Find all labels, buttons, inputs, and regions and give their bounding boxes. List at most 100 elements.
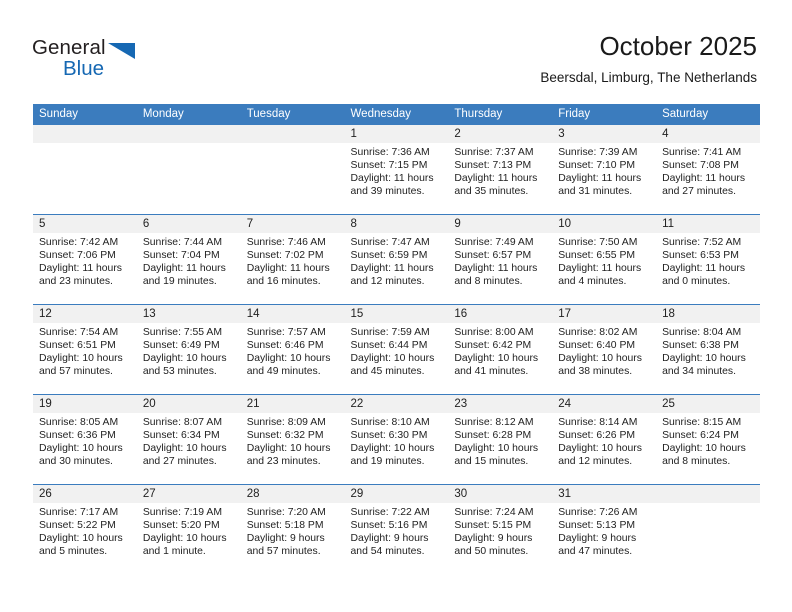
day-detail-daylight-1: Daylight: 10 hours [454, 353, 539, 365]
day-detail-sunrise: Sunrise: 7:39 AM [558, 147, 638, 158]
calendar-day-cell[interactable]: 21 Sunrise: 8:09 AM Sunset: 6:32 PM Dayligh… [240, 394, 345, 485]
day-cell-inner: 21 Sunrise: 8:09 AM Sunset: 6:32 PM Dayligh… [240, 395, 345, 484]
calendar-day-cell[interactable]: 18 Sunrise: 8:04 AM Sunset: 6:38 PM Dayligh… [656, 304, 760, 395]
calendar-day-cell[interactable]: 1 Sunrise: 7:36 AM Sunset: 7:15 PM Daylight… [344, 125, 449, 215]
day-details: Sunrise: 7:37 AM Sunset: 7:13 PM Daylight:… [448, 143, 552, 198]
day-number: 19 [33, 395, 137, 413]
calendar-day-cell[interactable]: 9 Sunrise: 7:49 AM Sunset: 6:57 PM Daylight… [448, 214, 553, 305]
day-details: Sunrise: 7:46 AM Sunset: 7:02 PM Daylight:… [241, 233, 345, 288]
day-cell-inner: 4 Sunrise: 7:41 AM Sunset: 7:08 PM Daylight… [656, 125, 760, 214]
calendar-day-cell[interactable]: 25 Sunrise: 8:15 AM Sunset: 6:24 PM Dayligh… [656, 394, 760, 485]
weekday-header-thursday: Thursday [448, 104, 553, 125]
day-detail-sunrise: Sunrise: 7:20 AM [246, 507, 326, 518]
day-detail-daylight-1: Daylight: 11 hours [662, 173, 746, 185]
calendar-body: 1 Sunrise: 7:36 AM Sunset: 7:15 PM Daylight… [33, 125, 760, 574]
day-details: Sunrise: 8:04 AM Sunset: 6:38 PM Daylight:… [656, 323, 760, 378]
day-cell-inner: 30 Sunrise: 7:24 AM Sunset: 5:15 PM Dayligh… [448, 485, 553, 574]
day-number: 12 [33, 305, 137, 323]
page-subtitle: Beersdal, Limburg, The Netherlands [540, 70, 757, 85]
calendar-day-cell[interactable]: 22 Sunrise: 8:10 AM Sunset: 6:30 PM Dayligh… [344, 394, 449, 485]
calendar-day-cell[interactable]: 19 Sunrise: 8:05 AM Sunset: 6:36 PM Dayligh… [33, 394, 137, 485]
day-detail-daylight-2: and 8 minutes. [662, 456, 731, 468]
calendar-day-cell[interactable]: 30 Sunrise: 7:24 AM Sunset: 5:15 PM Dayligh… [448, 484, 553, 574]
day-details: Sunrise: 8:02 AM Sunset: 6:40 PM Daylight:… [552, 323, 656, 378]
calendar-day-cell[interactable]: 27 Sunrise: 7:19 AM Sunset: 5:20 PM Dayligh… [136, 484, 241, 574]
day-number: 17 [552, 305, 657, 323]
day-details: Sunrise: 8:05 AM Sunset: 6:36 PM Daylight:… [33, 413, 137, 468]
calendar-day-cell[interactable]: 8 Sunrise: 7:47 AM Sunset: 6:59 PM Daylight… [344, 214, 449, 305]
calendar-day-cell[interactable]: 23 Sunrise: 8:12 AM Sunset: 6:28 PM Dayligh… [448, 394, 553, 485]
day-detail-sunset: Sunset: 5:20 PM [142, 520, 220, 532]
day-number: 29 [344, 485, 449, 503]
day-detail-sunrise: Sunrise: 7:44 AM [142, 237, 222, 248]
day-cell-inner: 3 Sunrise: 7:39 AM Sunset: 7:10 PM Daylight… [552, 125, 657, 214]
day-number: 23 [448, 395, 553, 413]
day-detail-daylight-1: Daylight: 10 hours [39, 353, 123, 365]
day-cell-inner: 24 Sunrise: 8:14 AM Sunset: 6:26 PM Dayligh… [552, 395, 657, 484]
calendar-day-cell[interactable]: 24 Sunrise: 8:14 AM Sunset: 6:26 PM Dayligh… [552, 394, 657, 485]
day-detail-daylight-1: Daylight: 11 hours [246, 263, 330, 275]
calendar-day-cell[interactable]: 2 Sunrise: 7:37 AM Sunset: 7:13 PM Daylight… [448, 125, 553, 215]
calendar-day-cell[interactable]: 4 Sunrise: 7:41 AM Sunset: 7:08 PM Daylight… [656, 125, 760, 215]
day-detail-sunset: Sunset: 7:06 PM [39, 250, 116, 262]
day-detail-sunset: Sunset: 6:59 PM [350, 250, 428, 262]
day-number: 20 [136, 395, 241, 413]
calendar-day-cell[interactable]: 5 Sunrise: 7:42 AM Sunset: 7:06 PM Daylight… [33, 214, 137, 305]
day-cell-inner: 28 Sunrise: 7:20 AM Sunset: 5:18 PM Dayligh… [240, 485, 345, 574]
day-detail-daylight-2: and 16 minutes. [246, 276, 321, 288]
calendar-day-cell[interactable]: 16 Sunrise: 8:00 AM Sunset: 6:42 PM Dayligh… [448, 304, 553, 395]
general-blue-logo[interactable]: General Blue [32, 36, 212, 88]
calendar-day-cell[interactable]: 15 Sunrise: 7:59 AM Sunset: 6:44 PM Dayligh… [344, 304, 449, 395]
calendar-day-cell[interactable]: 11 Sunrise: 7:52 AM Sunset: 6:53 PM Dayligh… [656, 214, 760, 305]
calendar-day-cell[interactable]: 12 Sunrise: 7:54 AM Sunset: 6:51 PM Dayligh… [33, 304, 137, 395]
day-detail-sunset: Sunset: 5:22 PM [39, 520, 116, 532]
calendar-week-row: 19 Sunrise: 8:05 AM Sunset: 6:36 PM Dayligh… [33, 394, 760, 485]
day-cell-inner: 22 Sunrise: 8:10 AM Sunset: 6:30 PM Dayligh… [344, 395, 449, 484]
day-cell-inner: 20 Sunrise: 8:07 AM Sunset: 6:34 PM Dayligh… [136, 395, 241, 484]
day-details: Sunrise: 7:47 AM Sunset: 6:59 PM Daylight:… [345, 233, 449, 288]
day-cell-inner: 23 Sunrise: 8:12 AM Sunset: 6:28 PM Dayligh… [448, 395, 553, 484]
calendar-day-cell[interactable]: 17 Sunrise: 8:02 AM Sunset: 6:40 PM Dayligh… [552, 304, 657, 395]
day-details: Sunrise: 8:12 AM Sunset: 6:28 PM Daylight:… [448, 413, 552, 468]
day-number: 4 [656, 125, 760, 143]
day-detail-daylight-2: and 49 minutes. [246, 366, 321, 378]
calendar-day-cell[interactable]: 6 Sunrise: 7:44 AM Sunset: 7:04 PM Daylight… [136, 214, 241, 305]
day-cell-inner: 10 Sunrise: 7:50 AM Sunset: 6:55 PM Dayligh… [552, 215, 657, 304]
day-cell-inner: 19 Sunrise: 8:05 AM Sunset: 6:36 PM Dayligh… [33, 395, 137, 484]
calendar-day-cell[interactable]: 3 Sunrise: 7:39 AM Sunset: 7:10 PM Daylight… [552, 125, 657, 215]
day-details: Sunrise: 8:14 AM Sunset: 6:26 PM Daylight:… [552, 413, 656, 468]
day-detail-sunrise: Sunrise: 7:47 AM [350, 237, 430, 248]
calendar-day-cell[interactable]: 29 Sunrise: 7:22 AM Sunset: 5:16 PM Dayligh… [344, 484, 449, 574]
day-number: 15 [344, 305, 449, 323]
day-detail-daylight-2: and 8 minutes. [454, 276, 523, 288]
calendar-day-cell[interactable]: 20 Sunrise: 8:07 AM Sunset: 6:34 PM Dayligh… [136, 394, 241, 485]
calendar-day-cell[interactable]: 14 Sunrise: 7:57 AM Sunset: 6:46 PM Dayligh… [240, 304, 345, 395]
weekday-header-saturday: Saturday [656, 104, 760, 125]
day-detail-sunrise: Sunrise: 8:00 AM [454, 327, 534, 338]
day-detail-sunrise: Sunrise: 7:37 AM [454, 147, 534, 158]
day-detail-sunset: Sunset: 6:53 PM [662, 250, 739, 262]
day-detail-daylight-2: and 15 minutes. [454, 456, 529, 468]
day-detail-sunset: Sunset: 5:13 PM [558, 520, 636, 532]
calendar-day-cell-empty [136, 125, 241, 215]
calendar-day-cell[interactable]: 31 Sunrise: 7:26 AM Sunset: 5:13 PM Dayligh… [552, 484, 657, 574]
day-detail-daylight-2: and 54 minutes. [350, 546, 425, 558]
calendar-day-cell[interactable]: 28 Sunrise: 7:20 AM Sunset: 5:18 PM Dayligh… [240, 484, 345, 574]
day-detail-sunset: Sunset: 6:34 PM [142, 430, 220, 442]
calendar-day-cell[interactable]: 10 Sunrise: 7:50 AM Sunset: 6:55 PM Dayligh… [552, 214, 657, 305]
day-cell-inner [33, 125, 137, 214]
day-detail-sunrise: Sunrise: 8:07 AM [142, 417, 222, 428]
day-number: 16 [448, 305, 553, 323]
calendar-day-cell[interactable]: 26 Sunrise: 7:17 AM Sunset: 5:22 PM Dayligh… [33, 484, 137, 574]
day-detail-sunset: Sunset: 6:24 PM [662, 430, 739, 442]
day-cell-inner: 6 Sunrise: 7:44 AM Sunset: 7:04 PM Daylight… [136, 215, 241, 304]
calendar-week-row: 12 Sunrise: 7:54 AM Sunset: 6:51 PM Dayligh… [33, 304, 760, 395]
day-detail-daylight-2: and 31 minutes. [558, 186, 633, 198]
calendar-day-cell[interactable]: 13 Sunrise: 7:55 AM Sunset: 6:49 PM Dayligh… [136, 304, 241, 395]
day-detail-sunset: Sunset: 6:32 PM [246, 430, 324, 442]
day-details: Sunrise: 7:19 AM Sunset: 5:20 PM Daylight:… [137, 503, 241, 558]
calendar-day-cell[interactable]: 7 Sunrise: 7:46 AM Sunset: 7:02 PM Daylight… [240, 214, 345, 305]
day-detail-daylight-2: and 41 minutes. [454, 366, 529, 378]
calendar-week-row: 26 Sunrise: 7:17 AM Sunset: 5:22 PM Dayligh… [33, 484, 760, 574]
day-detail-daylight-1: Daylight: 10 hours [662, 443, 746, 455]
